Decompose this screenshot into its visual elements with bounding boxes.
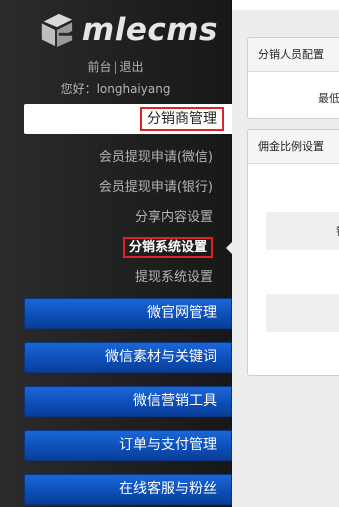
submenu-item-withdraw-bank[interactable]: 会员提现申请(银行) (0, 177, 231, 207)
submenu-item-label: 分享内容设置 (134, 210, 213, 225)
commission-row: 钞 (266, 212, 339, 250)
logo[interactable]: mlecms (38, 10, 218, 50)
submenu: 会员提现申请(微信) 会员提现申请(银行) 分享内容设置 分销系统设置 提现系统… (0, 147, 232, 297)
nav-button-customer-service[interactable]: 在线客服与粉丝 (24, 474, 232, 505)
sidebar: mlecms 前台 | 退出 您好：longhaiyang 分销商管理 会员提现申请… (0, 0, 232, 507)
top-bar (232, 0, 339, 10)
nav-button-website[interactable]: 微官网管理 (24, 298, 232, 329)
panel-title: 佣金比例设置 (248, 130, 339, 164)
submenu-item-withdraw-wechat[interactable]: 会员提现申请(微信) (0, 147, 231, 177)
link-separator: | (113, 60, 118, 74)
section-distributor-management[interactable]: 分销商管理 (24, 104, 232, 134)
section-title: 分销商管理 (140, 107, 224, 131)
user-greeting: 您好：longhaiyang (60, 82, 171, 96)
nav-button-marketing-tools[interactable]: 微信营销工具 (24, 386, 232, 417)
nav-button-orders-payment[interactable]: 订单与支付管理 (24, 430, 232, 461)
submenu-item-label: 提现系统设置 (134, 270, 213, 285)
brand-name: mlecms (81, 12, 218, 48)
nav-button-materials-keywords[interactable]: 微信素材与关键词 (24, 342, 232, 373)
logo-icon (41, 13, 73, 48)
submenu-item-withdraw-settings[interactable]: 提现系统设置 (0, 267, 231, 297)
panel-distributor-config: 分销人员配置 最低 (247, 37, 339, 119)
main-content: 分销人员配置 最低 佣金比例设置 钞 (232, 0, 339, 507)
top-links: 前台 | 退出 (0, 58, 231, 75)
panel-commission-settings: 佣金比例设置 钞 (247, 129, 339, 376)
panel-title: 分销人员配置 (248, 38, 339, 72)
frontend-link[interactable]: 前台 (87, 60, 111, 74)
submenu-item-share-content[interactable]: 分享内容设置 (0, 207, 231, 237)
logout-link[interactable]: 退出 (120, 60, 144, 74)
submenu-item-label: 会员提现申请(银行) (98, 180, 213, 195)
commission-row (266, 294, 339, 332)
submenu-item-label: 分销系统设置 (122, 237, 213, 258)
submenu-item-distribution-settings[interactable]: 分销系统设置 (0, 237, 232, 267)
submenu-item-label: 会员提现申请(微信) (98, 150, 213, 165)
min-label: 最低 (318, 92, 339, 105)
